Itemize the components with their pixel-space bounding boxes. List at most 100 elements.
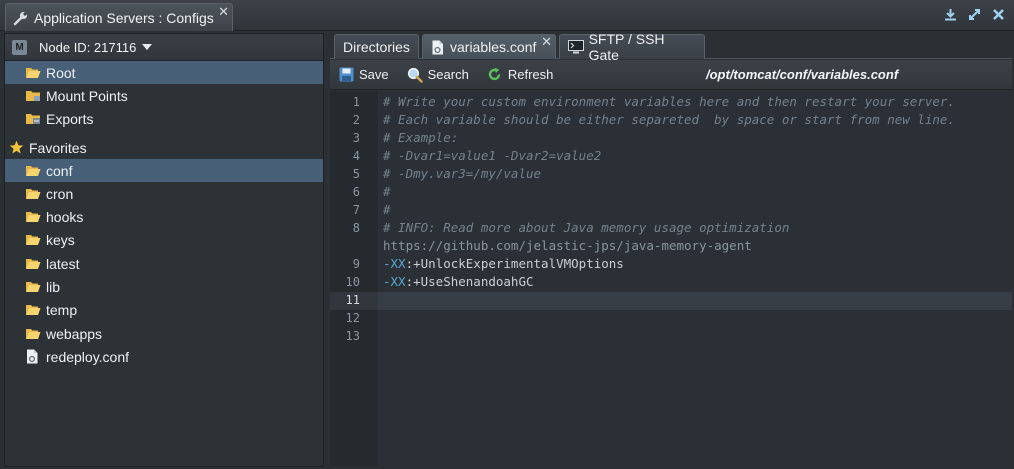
favorites-header[interactable]: Favorites: [5, 136, 323, 159]
line-number: 9: [352, 257, 360, 271]
code-line: # -Dvar1=value1 -Dvar2=value2: [383, 148, 602, 163]
line-number: 3: [352, 131, 360, 145]
save-button[interactable]: Save: [338, 67, 389, 83]
tab-sftp-ssh-gate[interactable]: SFTP / SSH Gate: [559, 31, 705, 63]
download-icon[interactable]: [943, 7, 958, 22]
refresh-button[interactable]: Refresh: [487, 67, 554, 83]
code-line: -XX:+UnlockExperimentalVMOptions: [383, 256, 624, 271]
option-prefix: -XX: [383, 274, 406, 289]
folder-open-icon: [25, 257, 41, 271]
refresh-icon: [487, 67, 503, 83]
tree-item-label: keys: [46, 231, 75, 248]
folder-export-icon: [25, 112, 41, 126]
tab-variables-conf[interactable]: variables.conf ✕: [422, 34, 556, 59]
search-label: Search: [427, 67, 469, 82]
config-file-icon: [431, 40, 446, 55]
tab-bar: Directories variables.conf ✕ SFTP / SSH …: [330, 31, 1012, 63]
code-line: # INFO: Read more about Java memory usag…: [383, 220, 790, 235]
window-title-bar: Application Servers : Configs ✕: [0, 0, 1014, 31]
node-icon: M: [12, 39, 27, 55]
close-icon[interactable]: ✕: [541, 35, 552, 48]
line-number: 12: [345, 311, 360, 325]
tree-item-label: Exports: [46, 110, 94, 127]
folder-mount-icon: [25, 89, 41, 103]
tab-directories[interactable]: Directories: [334, 34, 419, 59]
close-icon[interactable]: ✕: [218, 5, 229, 18]
code-line: #: [383, 202, 391, 217]
line-number: 7: [352, 203, 360, 217]
tree-item-label: latest: [46, 255, 80, 272]
tree-item-label: hooks: [46, 208, 84, 225]
code-line: # -Dmy.var3=/my/value: [383, 166, 542, 181]
refresh-label: Refresh: [507, 67, 554, 82]
folder-open-icon: [25, 303, 41, 317]
line-number: 1: [352, 95, 360, 109]
window-controls: [943, 7, 1006, 22]
code-lines: # Write your custom environment variable…: [378, 91, 1012, 467]
chevron-down-icon[interactable]: [142, 44, 153, 50]
folder-open-icon: [25, 210, 41, 224]
tab-label: SFTP / SSH Gate: [588, 31, 665, 63]
tree-item-mount-points[interactable]: Mount Points: [5, 84, 323, 107]
tree-item-label: cron: [46, 185, 74, 202]
favorites-label: Favorites: [29, 139, 87, 156]
window-title: Application Servers : Configs: [34, 9, 214, 26]
file-tree-panel: M Node ID: 217116 Root Mount Points Expo…: [4, 33, 324, 467]
tree-item-label: webapps: [46, 325, 103, 342]
tree-item-exports[interactable]: Exports: [5, 107, 323, 130]
favorite-item-webapps[interactable]: webapps: [5, 322, 323, 345]
line-number: 10: [345, 275, 360, 289]
option-prefix: -XX: [383, 256, 406, 271]
favorite-item-latest[interactable]: latest: [5, 252, 323, 275]
favorite-item-lib[interactable]: lib: [5, 275, 323, 298]
tree-item-root[interactable]: Root: [5, 61, 323, 84]
favorite-item-hooks[interactable]: hooks: [5, 205, 323, 228]
favorite-item-cron[interactable]: cron: [5, 182, 323, 205]
line-number: 2: [352, 113, 360, 127]
option-value: :+UnlockExperimentalVMOptions: [405, 256, 624, 271]
expand-icon[interactable]: [967, 7, 982, 22]
line-number: 4: [352, 149, 360, 163]
folder-open-icon: [25, 327, 41, 341]
close-window-icon[interactable]: [991, 7, 1006, 22]
window-tab[interactable]: Application Servers : Configs ✕: [5, 3, 233, 31]
star-icon: [9, 140, 25, 155]
favorite-item-redeploy-conf[interactable]: redeploy.conf: [5, 345, 323, 368]
favorite-item-temp[interactable]: temp: [5, 298, 323, 321]
save-label: Save: [359, 67, 389, 82]
line-number: 6: [352, 185, 360, 199]
tree-item-label: lib: [46, 278, 61, 295]
line-number: 13: [345, 329, 360, 343]
code-editor[interactable]: 1 2 3 4 5 6 7 8 9 10 11 12 13 # Write yo…: [330, 91, 1012, 467]
node-selector[interactable]: M Node ID: 217116: [5, 34, 323, 61]
editor-toolbar: Save Search Refresh /opt/tomcat/conf/var…: [330, 60, 1012, 90]
code-line: -XX:+UseShenandoahGC: [383, 274, 534, 289]
wrench-icon: [13, 10, 29, 26]
terminal-icon: [568, 40, 585, 55]
tree-item-label: Root: [46, 64, 76, 81]
file-path: /opt/tomcat/conf/variables.conf: [706, 67, 899, 82]
folder-open-icon: [25, 187, 41, 201]
favorite-item-conf[interactable]: conf: [5, 159, 323, 182]
tab-label: variables.conf: [450, 39, 537, 55]
line-number: 5: [352, 167, 360, 181]
code-line: # Each variable should be either separet…: [383, 112, 955, 127]
folder-open-icon: [25, 233, 41, 247]
search-button[interactable]: Search: [407, 67, 469, 83]
editor-panel: Directories variables.conf ✕ SFTP / SSH …: [330, 31, 1012, 467]
folder-open-icon: [25, 164, 41, 178]
tree-item-label: redeploy.conf: [46, 348, 130, 365]
line-number: 8: [352, 221, 360, 235]
favorite-item-keys[interactable]: keys: [5, 228, 323, 251]
code-line: #: [383, 184, 391, 199]
folder-open-icon: [25, 66, 41, 80]
code-line: # Example:: [383, 130, 459, 145]
node-label: Node ID: 217116: [39, 39, 137, 55]
config-file-icon: [25, 349, 41, 364]
code-line: https://github.com/jelastic-jps/java-mem…: [383, 238, 752, 253]
tree-item-label: temp: [46, 301, 78, 318]
tab-label: Directories: [343, 39, 410, 55]
code-line: # Write your custom environment variable…: [383, 94, 955, 109]
save-icon: [338, 67, 354, 83]
line-number: 11: [345, 293, 360, 307]
